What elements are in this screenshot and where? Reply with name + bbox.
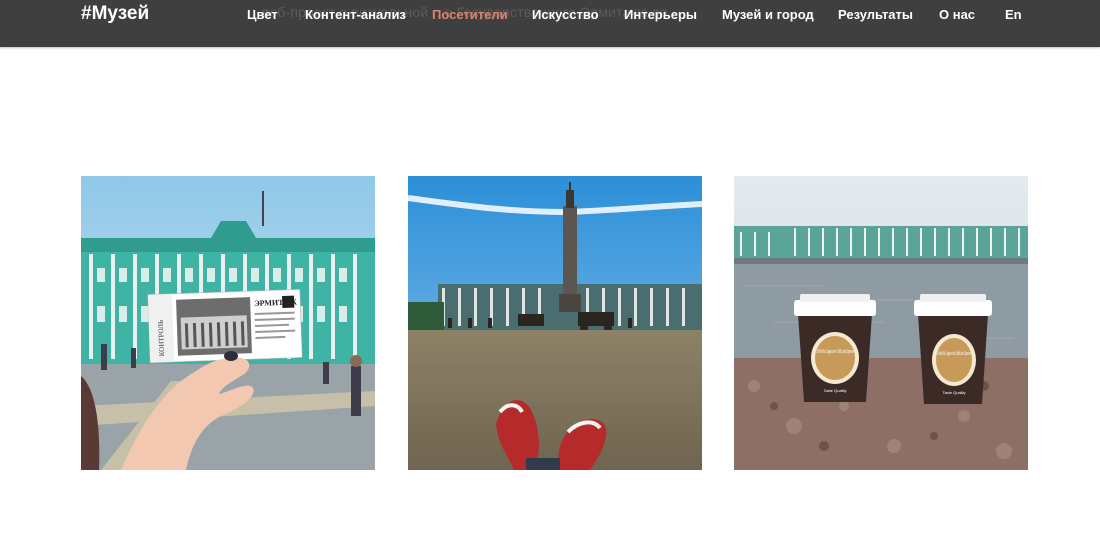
nav-item-content-analysis[interactable]: Контент-анализ	[305, 7, 406, 22]
cup-2-text: CoffeeTea Cappuccino CaffeLatte Espresso	[937, 350, 971, 357]
cup-1-text: CoffeeTea Cappuccino CaffeLatte Espresso	[816, 348, 854, 355]
cup-2-brand: Taste Quality	[942, 390, 965, 395]
nav-item-language-en[interactable]: En	[1005, 7, 1022, 22]
site-logo[interactable]: #Музей	[81, 3, 149, 25]
photo-ticket-winter-palace[interactable]: ЭРМИТАЖ КОНТРОЛЬ	[81, 176, 375, 470]
nav-item-about[interactable]: О нас	[939, 7, 975, 22]
photo-coffee-cups-neva[interactable]: CoffeeTea Cappuccino CaffeLatte Espresso…	[734, 176, 1028, 470]
nav-item-visitors[interactable]: Посетители	[432, 7, 508, 22]
nav-item-museum-and-city[interactable]: Музей и город	[722, 7, 814, 22]
nav-item-art[interactable]: Искусство	[532, 7, 599, 22]
photo-cups-image: CoffeeTea Cappuccino CaffeLatte Espresso…	[734, 176, 1028, 470]
ticket-brand-text: ЭРМИТАЖ	[254, 298, 297, 308]
nav-item-results[interactable]: Результаты	[838, 7, 913, 22]
photo-palace-square-sneakers[interactable]	[408, 176, 702, 470]
ticket-side-text: КОНТРОЛЬ	[157, 320, 166, 357]
photo-ticket-image: ЭРМИТАЖ КОНТРОЛЬ	[81, 176, 375, 470]
nav-item-color[interactable]: Цвет	[247, 7, 278, 22]
photo-square-image	[408, 176, 702, 470]
cup-1-brand: Taste Quality	[823, 388, 846, 393]
top-navbar: веб-проект о визуальной ...е Государстве…	[0, 0, 1100, 47]
nav-item-interiors[interactable]: Интерьеры	[624, 7, 697, 22]
